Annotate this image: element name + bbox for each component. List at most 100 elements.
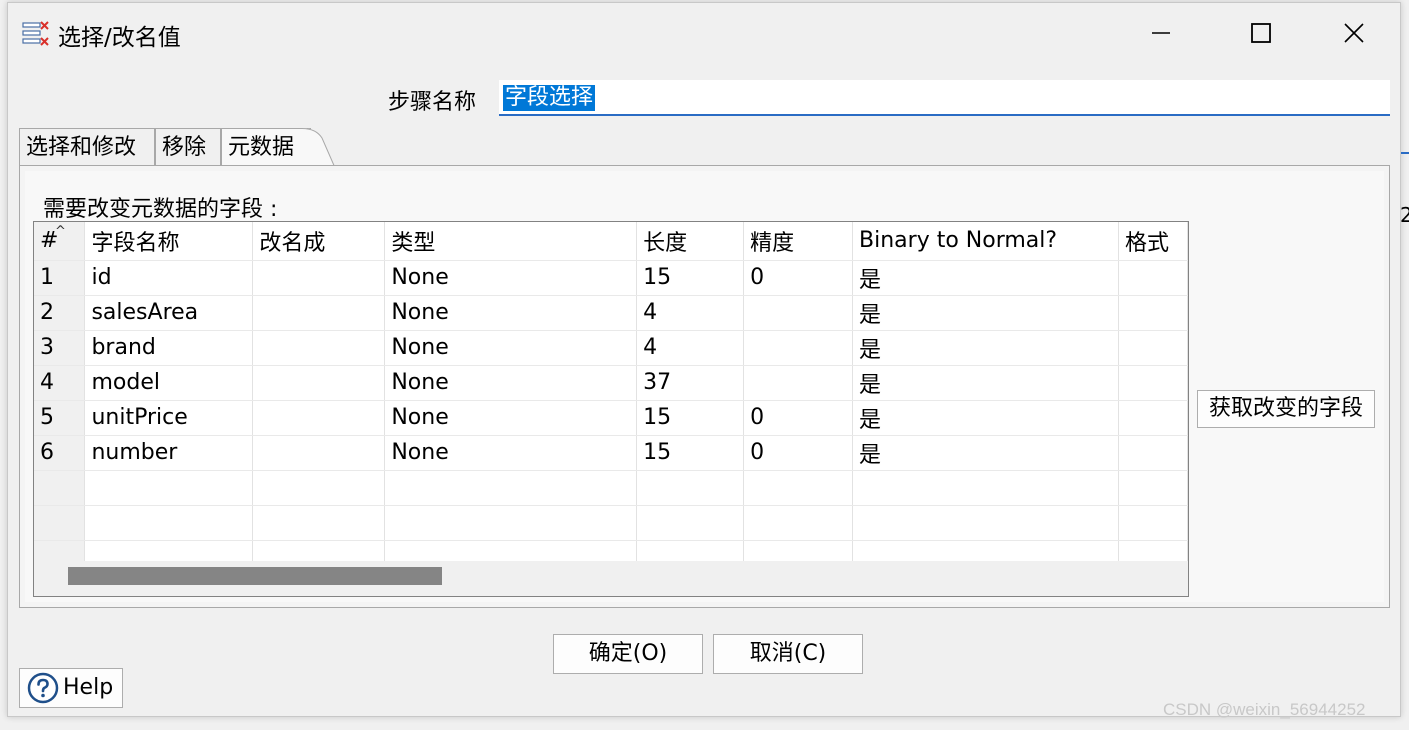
empty-cell[interactable] xyxy=(252,470,386,506)
empty-cell[interactable] xyxy=(252,505,386,541)
rename-to-cell[interactable] xyxy=(252,435,386,471)
horizontal-scrollbar[interactable] xyxy=(34,561,1188,596)
tab-select-modify[interactable]: 选择和修改 xyxy=(19,128,155,166)
row-index-cell xyxy=(34,505,86,541)
metadata-grid: # ^ 字段名称 改名成 类型 长度 精度 Binary to Normal? 格… xyxy=(34,222,1188,576)
column-header-index[interactable]: # ^ xyxy=(34,222,86,261)
table-row[interactable]: 2 salesArea None 4 是 xyxy=(34,295,1188,331)
table-row[interactable]: 6 number None 15 0 是 xyxy=(34,435,1188,471)
ok-button[interactable]: 确定(O) xyxy=(553,634,703,674)
maximize-icon xyxy=(1251,23,1271,43)
help-label: Help xyxy=(63,675,114,700)
table-row[interactable]: 3 brand None 4 是 xyxy=(34,330,1188,366)
length-cell[interactable]: 37 xyxy=(636,365,745,401)
empty-cell[interactable] xyxy=(852,505,1119,541)
column-header-binary-to-normal[interactable]: Binary to Normal? xyxy=(852,222,1119,261)
field-name-cell[interactable]: number xyxy=(84,435,254,471)
length-cell[interactable]: 15 xyxy=(636,400,745,436)
field-name-cell[interactable]: unitPrice xyxy=(84,400,254,436)
length-cell[interactable]: 4 xyxy=(636,295,745,331)
column-header-field-name[interactable]: 字段名称 xyxy=(84,222,254,261)
empty-cell[interactable] xyxy=(84,505,254,541)
format-cell[interactable] xyxy=(1118,260,1188,296)
tab-remove[interactable]: 移除 xyxy=(155,128,221,166)
close-button[interactable] xyxy=(1332,13,1376,53)
metadata-table[interactable]: # ^ 字段名称 改名成 类型 长度 精度 Binary to Normal? 格… xyxy=(33,221,1189,597)
rename-to-cell[interactable] xyxy=(252,400,386,436)
rename-to-cell[interactable] xyxy=(252,365,386,401)
help-button[interactable]: Help xyxy=(19,668,123,708)
empty-cell[interactable] xyxy=(743,470,854,506)
binary-to-normal-cell[interactable]: 是 xyxy=(852,295,1119,331)
rename-to-cell[interactable] xyxy=(252,260,386,296)
cancel-button[interactable]: 取消(C) xyxy=(713,634,863,674)
select-rename-dialog: 选择/改名值 步骤名称 字段选择 选择和修改 移除 元数据 需要改变元数据的字段… xyxy=(7,2,1401,717)
binary-to-normal-cell[interactable]: 是 xyxy=(852,330,1119,366)
format-cell[interactable] xyxy=(1118,400,1188,436)
format-cell[interactable] xyxy=(1118,435,1188,471)
format-cell[interactable] xyxy=(1118,330,1188,366)
column-header-length[interactable]: 长度 xyxy=(636,222,745,261)
binary-to-normal-cell[interactable]: 是 xyxy=(852,260,1119,296)
type-cell[interactable]: None xyxy=(384,260,638,296)
empty-cell[interactable] xyxy=(1118,505,1188,541)
empty-cell[interactable] xyxy=(852,470,1119,506)
binary-to-normal-cell[interactable]: 是 xyxy=(852,365,1119,401)
rename-to-cell[interactable] xyxy=(252,330,386,366)
empty-table-row[interactable] xyxy=(34,470,1188,506)
table-row[interactable]: 1 id None 15 0 是 xyxy=(34,260,1188,296)
type-cell[interactable]: None xyxy=(384,365,638,401)
length-cell[interactable]: 15 xyxy=(636,260,745,296)
maximize-button[interactable] xyxy=(1239,13,1283,53)
precision-cell[interactable]: 0 xyxy=(743,435,854,471)
field-name-cell[interactable]: model xyxy=(84,365,254,401)
column-header-format[interactable]: 格式 xyxy=(1118,222,1188,261)
type-cell[interactable]: None xyxy=(384,295,638,331)
empty-cell[interactable] xyxy=(743,505,854,541)
column-header-rename-to[interactable]: 改名成 xyxy=(252,222,386,261)
format-cell[interactable] xyxy=(1118,295,1188,331)
field-name-cell[interactable]: salesArea xyxy=(84,295,254,331)
title-bar: 选择/改名值 xyxy=(8,3,1400,63)
rename-to-cell[interactable] xyxy=(252,295,386,331)
empty-table-row[interactable] xyxy=(34,505,1188,541)
field-name-cell[interactable]: brand xyxy=(84,330,254,366)
step-name-value: 字段选择 xyxy=(503,85,596,111)
row-index-cell xyxy=(34,470,86,506)
length-cell[interactable]: 4 xyxy=(636,330,745,366)
row-index-cell: 1 xyxy=(34,260,86,296)
empty-cell[interactable] xyxy=(384,470,638,506)
empty-cell[interactable] xyxy=(84,470,254,506)
length-cell[interactable]: 15 xyxy=(636,435,745,471)
type-cell[interactable]: None xyxy=(384,330,638,366)
table-row[interactable]: 5 unitPrice None 15 0 是 xyxy=(34,400,1188,436)
type-cell[interactable]: None xyxy=(384,400,638,436)
empty-cell[interactable] xyxy=(636,505,745,541)
table-row[interactable]: 4 model None 37 是 xyxy=(34,365,1188,401)
step-name-input[interactable]: 字段选择 xyxy=(499,80,1390,116)
empty-cell[interactable] xyxy=(384,505,638,541)
tab-edge-decoration xyxy=(302,128,342,167)
binary-to-normal-cell[interactable]: 是 xyxy=(852,400,1119,436)
column-header-type[interactable]: 类型 xyxy=(384,222,638,261)
precision-cell[interactable] xyxy=(743,295,854,331)
empty-cell[interactable] xyxy=(1118,470,1188,506)
section-label: 需要改变元数据的字段 : xyxy=(43,197,278,222)
type-cell[interactable]: None xyxy=(384,435,638,471)
binary-to-normal-cell[interactable]: 是 xyxy=(852,435,1119,471)
column-header-precision[interactable]: 精度 xyxy=(743,222,854,261)
row-index-cell: 2 xyxy=(34,295,86,331)
precision-cell[interactable]: 0 xyxy=(743,260,854,296)
format-cell[interactable] xyxy=(1118,365,1188,401)
row-index-cell: 6 xyxy=(34,435,86,471)
step-name-label: 步骤名称 xyxy=(388,90,477,115)
get-changed-fields-button[interactable]: 获取改变的字段 xyxy=(1197,390,1375,428)
precision-cell[interactable] xyxy=(743,330,854,366)
empty-cell[interactable] xyxy=(636,470,745,506)
precision-cell[interactable]: 0 xyxy=(743,400,854,436)
scrollbar-thumb[interactable] xyxy=(68,567,442,585)
precision-cell[interactable] xyxy=(743,365,854,401)
tab-metadata[interactable]: 元数据 xyxy=(221,128,311,166)
field-name-cell[interactable]: id xyxy=(84,260,254,296)
minimize-button[interactable] xyxy=(1139,13,1183,53)
